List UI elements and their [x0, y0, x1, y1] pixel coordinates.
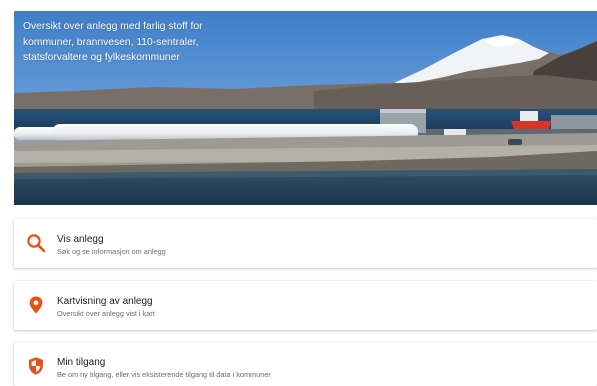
card-vis-anlegg[interactable]: Vis anlegg Søk og se informasjon om anle…	[14, 219, 597, 268]
card-subtitle: Be om ny tilgang, eller vis eksisterende…	[57, 370, 271, 379]
shield-icon	[26, 356, 46, 376]
card-min-tilgang[interactable]: Min tilgang Be om ny tilgang, eller vis …	[14, 342, 597, 386]
hero-heading: Oversikt over anlegg med farlig stoff fo…	[23, 21, 203, 63]
search-icon	[26, 233, 46, 253]
hero-banner: Oversikt over anlegg med farlig stoff fo…	[14, 11, 597, 205]
card-title: Kartvisning av anlegg	[57, 296, 153, 307]
card-title: Min tilgang	[57, 357, 106, 368]
card-kartvisning[interactable]: Kartvisning av anlegg Oversikt over anle…	[14, 281, 597, 330]
card-title: Vis anlegg	[57, 234, 104, 245]
map-pin-icon	[26, 295, 46, 315]
card-subtitle: Søk og se informasjon om anlegg	[57, 247, 166, 256]
card-subtitle: Oversikt over anlegg vist i kart	[57, 309, 155, 318]
